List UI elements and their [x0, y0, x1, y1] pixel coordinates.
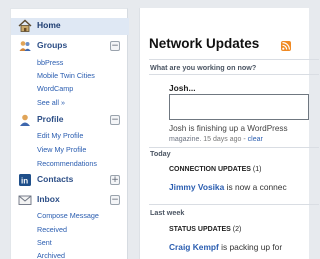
sidebar-item-label: Contacts: [37, 174, 74, 184]
sidebar-item-home[interactable]: Home: [11, 18, 129, 35]
section-label: STATUS UPDATES: [169, 226, 231, 233]
date-group-today: Today: [150, 149, 171, 158]
date-group-last-week: Last week: [150, 208, 185, 217]
sidebar-nav: Home Groups − bbPress Mobile Twin Cities…: [10, 8, 129, 259]
sidebar-subitem[interactable]: Edit My Profile: [37, 131, 83, 140]
contact-name-link[interactable]: Jimmy Vosika: [169, 182, 224, 192]
person-icon: [18, 113, 32, 127]
sidebar-subitem[interactable]: WordCamp: [37, 84, 73, 93]
contact-name-link[interactable]: Craig Kempf: [169, 242, 219, 252]
envelope-icon: [18, 193, 32, 207]
sidebar-item-groups[interactable]: Groups −: [11, 38, 129, 55]
linkedin-in-icon: in: [18, 173, 32, 187]
status-continued: magazine.: [169, 136, 202, 143]
user-name: Josh...: [169, 83, 196, 93]
page-title: Network Updates: [149, 36, 260, 51]
update-text: is now a connec: [226, 182, 287, 192]
status-meta: magazine. 15 days ago - clear: [169, 136, 263, 143]
sidebar-subitem[interactable]: Mobile Twin Cities: [37, 71, 95, 80]
expand-toggle[interactable]: +: [110, 175, 120, 185]
sidebar-subitem[interactable]: Received: [37, 225, 67, 234]
update-text: is packing up for: [221, 242, 283, 252]
collapse-toggle[interactable]: −: [110, 115, 120, 125]
sidebar-subitem[interactable]: Compose Message: [37, 211, 99, 220]
svg-text:in: in: [21, 177, 28, 186]
sidebar-item-label: Home: [37, 20, 61, 30]
status-timestamp: 15 days ago: [203, 136, 242, 143]
divider: [149, 147, 319, 148]
collapse-toggle[interactable]: −: [110, 41, 120, 51]
see-all-link[interactable]: See all »: [37, 98, 65, 107]
sidebar-item-label: Profile: [37, 114, 64, 124]
main-content: Network Updates What are you working on …: [139, 8, 319, 259]
sidebar-subitem[interactable]: View My Profile: [37, 145, 86, 154]
divider: [149, 204, 319, 205]
sidebar-subitem[interactable]: Archived: [37, 251, 65, 259]
section-label: CONNECTION UPDATES: [169, 166, 251, 173]
connection-updates-header: CONNECTION UPDATES (1): [169, 166, 261, 173]
collapse-toggle[interactable]: −: [110, 195, 120, 205]
status-updates-header: STATUS UPDATES (2): [169, 226, 241, 233]
sidebar-item-contacts[interactable]: in Contacts +: [11, 172, 129, 189]
update-entry: Craig Kempf is packing up for: [169, 242, 282, 252]
current-status: Josh is finishing up a WordPress: [169, 124, 288, 133]
sidebar-subitem[interactable]: Recommendations: [37, 159, 97, 168]
sidebar-item-label: Groups: [37, 40, 68, 50]
section-count: (1): [252, 166, 262, 173]
sidebar-item-label: Inbox: [37, 194, 60, 204]
status-prompt: What are you working on now?: [150, 63, 257, 72]
divider: [149, 74, 319, 75]
divider: [149, 59, 319, 60]
meta-separator: -: [243, 136, 246, 143]
clear-status-link[interactable]: clear: [248, 136, 263, 143]
status-input[interactable]: [169, 94, 309, 120]
section-count: (2): [232, 226, 242, 233]
house-icon: [18, 19, 32, 33]
people-icon: [18, 39, 32, 53]
update-entry: Jimmy Vosika is now a connec: [169, 182, 287, 192]
sidebar-subitem[interactable]: bbPress: [37, 58, 63, 67]
sidebar-item-inbox[interactable]: Inbox −: [11, 192, 129, 209]
rss-feed-icon[interactable]: [281, 41, 291, 51]
sidebar-subitem[interactable]: Sent: [37, 238, 52, 247]
sidebar-item-profile[interactable]: Profile −: [11, 112, 129, 129]
